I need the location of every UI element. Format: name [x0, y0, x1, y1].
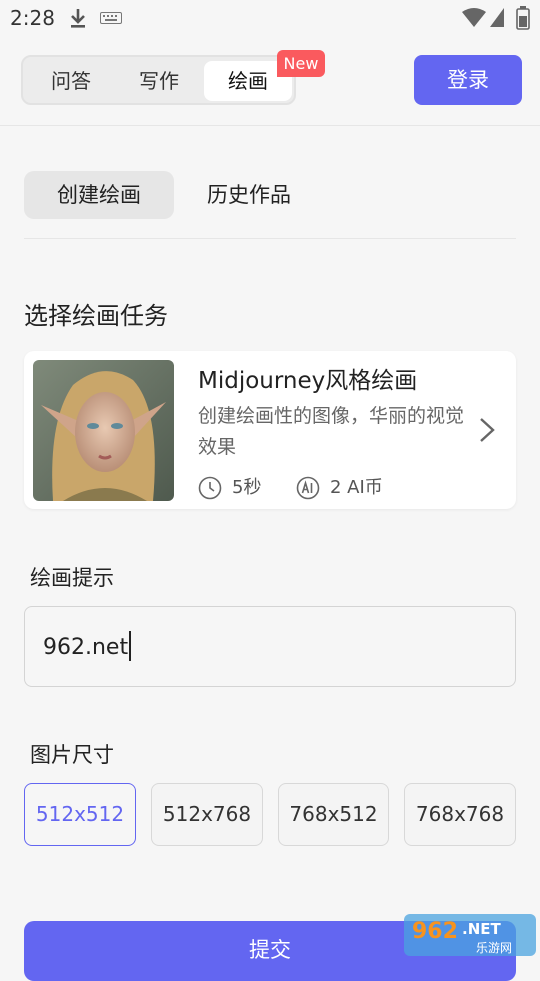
task-card-midjourney[interactable]: Midjourney风格绘画 创建绘画性的图像，华丽的视觉效果 5秒 2 AI币 — [24, 351, 516, 509]
chevron-right-icon — [480, 418, 495, 442]
tab-qa[interactable]: 问答 — [31, 61, 111, 101]
ai-coin-icon — [296, 476, 320, 500]
task-cost: 2 AI币 — [296, 474, 416, 502]
task-section-title: 选择绘画任务 — [24, 302, 168, 330]
download-icon — [71, 9, 85, 28]
tab-writing[interactable]: 写作 — [119, 61, 199, 101]
battery-icon — [516, 6, 530, 30]
status-bar: 2:28 — [0, 0, 540, 36]
svg-text:乐游网: 乐游网 — [476, 941, 512, 955]
keyboard-icon — [100, 12, 122, 24]
mode-segmented-control: 问答 写作 绘画 — [21, 55, 296, 105]
task-description: 创建绘画性的图像，华丽的视觉效果 — [198, 405, 465, 458]
text-cursor — [129, 631, 132, 661]
wifi-icon — [462, 8, 486, 27]
divider — [24, 238, 516, 239]
task-duration: 5秒 — [198, 474, 278, 502]
cell-signal-icon — [490, 8, 504, 27]
task-thumbnail — [33, 360, 174, 501]
site-watermark-logo: 962 .NET 乐游网 — [404, 914, 536, 956]
task-cost-text: 2 AI币 — [330, 477, 383, 498]
size-option-512x768[interactable]: 512x768 — [151, 783, 263, 846]
svg-text:.NET: .NET — [462, 920, 501, 938]
prompt-input[interactable]: 962.net — [24, 606, 516, 687]
size-option-768x512[interactable]: 768x512 — [278, 783, 389, 846]
new-badge: New — [277, 50, 325, 77]
subtab-history[interactable]: 历史作品 — [190, 171, 308, 219]
task-duration-text: 5秒 — [232, 477, 262, 498]
task-title: Midjourney风格绘画 — [198, 368, 418, 394]
prompt-input-text: 962.net — [43, 635, 129, 660]
app-header: 问答 写作 绘画 New 登录 — [0, 36, 540, 126]
image-size-label: 图片尺寸 — [30, 743, 114, 767]
subtab-create-drawing[interactable]: 创建绘画 — [24, 171, 174, 219]
clock-icon — [198, 476, 222, 500]
svg-text:962: 962 — [412, 919, 458, 944]
prompt-label: 绘画提示 — [30, 566, 114, 590]
size-option-512x512[interactable]: 512x512 — [24, 783, 136, 846]
size-option-768x768[interactable]: 768x768 — [404, 783, 516, 846]
login-button[interactable]: 登录 — [414, 55, 522, 105]
status-time: 2:28 — [10, 6, 55, 30]
